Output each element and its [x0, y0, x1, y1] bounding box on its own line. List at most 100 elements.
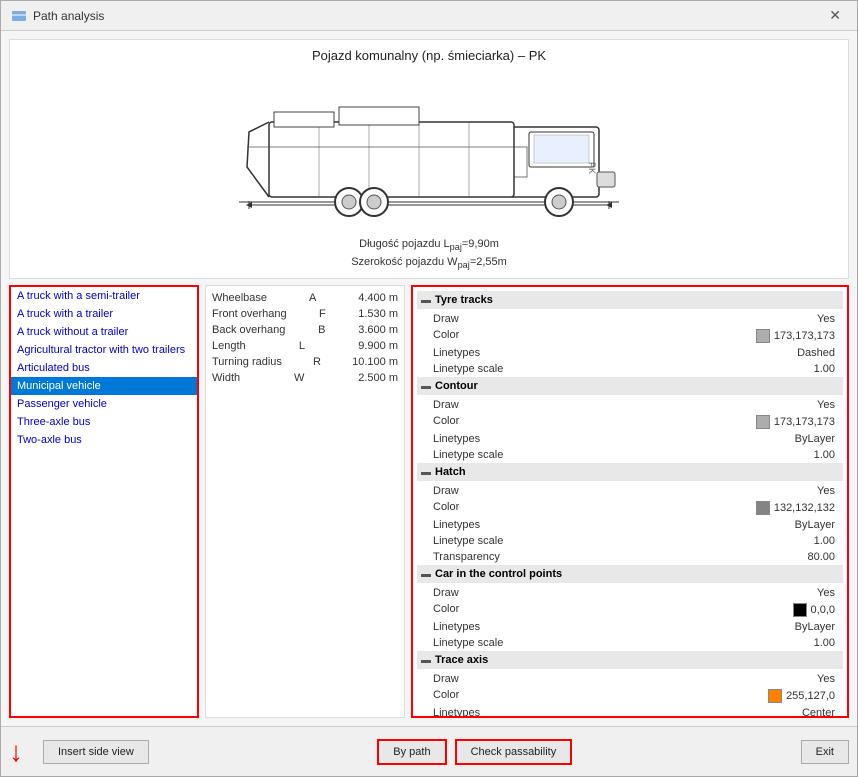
- prop-section-header[interactable]: ▬ Trace axis: [417, 651, 843, 669]
- color-swatch[interactable]: [793, 603, 807, 617]
- spec-letter: R: [307, 356, 327, 368]
- prop-row: Draw Yes: [417, 483, 843, 499]
- prop-row: Linetype scale1.00: [417, 447, 843, 463]
- vehicle-list-item[interactable]: Articulated bus: [11, 359, 197, 377]
- prop-value: 173,173,173: [756, 329, 835, 343]
- prop-value: 80.00: [807, 551, 835, 563]
- prop-value: Yes: [817, 673, 835, 685]
- prop-row: Linetypes ByLayer: [417, 431, 843, 447]
- spec-value: 4.400 m: [358, 292, 398, 304]
- collapse-icon: ▬: [421, 295, 431, 306]
- spec-label: Wheelbase: [212, 292, 267, 304]
- prop-section-header[interactable]: ▬ Tyre tracks: [417, 291, 843, 309]
- footer-center: By path Check passability: [377, 739, 572, 765]
- app-icon: [11, 8, 27, 24]
- footer-right: Exit: [801, 740, 849, 764]
- prop-key: Linetypes: [433, 621, 480, 633]
- section-title: Hatch: [435, 466, 466, 478]
- color-swatch[interactable]: [756, 501, 770, 515]
- spec-label: Turning radius: [212, 356, 282, 368]
- prop-value: ByLayer: [795, 621, 835, 633]
- prop-key: Color: [433, 689, 459, 703]
- spec-value: 2.500 m: [358, 372, 398, 384]
- prop-row: Draw Yes: [417, 397, 843, 413]
- prop-value: 1.00: [814, 637, 835, 649]
- prop-row: Linetype scale1.00: [417, 635, 843, 651]
- insert-side-view-button[interactable]: Insert side view: [43, 740, 149, 764]
- prop-value: Yes: [817, 485, 835, 497]
- vehicle-list-item[interactable]: Municipal vehicle: [11, 377, 197, 395]
- prop-value: 132,132,132: [756, 501, 835, 515]
- vehicle-list-panel[interactable]: A truck with a semi-trailerA truck with …: [9, 285, 199, 718]
- main-window: Path analysis ✕ Pojazd komunalny (np. śm…: [0, 0, 858, 777]
- prop-value: ByLayer: [795, 519, 835, 531]
- check-passability-button[interactable]: Check passability: [455, 739, 573, 765]
- prop-key: Draw: [433, 485, 459, 497]
- specs-panel: Wheelbase A 4.400 m Front overhang F 1.53…: [205, 285, 405, 718]
- section-title: Car in the control points: [435, 568, 562, 580]
- arrow-container: ↓: [9, 738, 23, 766]
- prop-value: 1.00: [814, 535, 835, 547]
- color-swatch[interactable]: [756, 415, 770, 429]
- prop-row: Color 255,127,0: [417, 687, 843, 705]
- vehicle-title: Pojazd komunalny (np. śmieciarka) – PK: [312, 48, 546, 63]
- vehicle-list-item[interactable]: A truck with a trailer: [11, 305, 197, 323]
- prop-row: Color 173,173,173: [417, 413, 843, 431]
- color-swatch[interactable]: [768, 689, 782, 703]
- spec-row: Length L 9.900 m: [212, 340, 398, 352]
- exit-button[interactable]: Exit: [801, 740, 849, 764]
- prop-key: Color: [433, 329, 459, 343]
- spec-row: Turning radius R 10.100 m: [212, 356, 398, 368]
- prop-value: Dashed: [797, 347, 835, 359]
- vehicle-length-dim: Długość pojazdu Lpaj=9,90m: [359, 238, 499, 252]
- prop-row: DrawYes: [417, 671, 843, 687]
- section-title: Trace axis: [435, 654, 488, 666]
- prop-key: Linetype scale: [433, 363, 503, 375]
- prop-value: Center: [802, 707, 835, 718]
- vehicle-list-item[interactable]: A truck with a semi-trailer: [11, 287, 197, 305]
- vehicle-list-item[interactable]: Passenger vehicle: [11, 395, 197, 413]
- by-path-button[interactable]: By path: [377, 739, 446, 765]
- prop-row: Linetype scale1.00: [417, 361, 843, 377]
- prop-key: Draw: [433, 399, 459, 411]
- color-swatch[interactable]: [756, 329, 770, 343]
- spec-letter: W: [289, 372, 309, 384]
- spec-value: 9.900 m: [358, 340, 398, 352]
- svg-text:PK: PK: [587, 162, 597, 174]
- prop-section-header[interactable]: ▬ Hatch: [417, 463, 843, 481]
- vehicle-diagram: PK: [219, 87, 639, 217]
- spec-letter: F: [312, 308, 332, 320]
- prop-value: 1.00: [814, 449, 835, 461]
- prop-value: Yes: [817, 399, 835, 411]
- prop-row: DrawYes: [417, 311, 843, 327]
- prop-key: Transparency: [433, 551, 500, 563]
- collapse-icon: ▬: [421, 467, 431, 478]
- prop-row: Linetype scale 1.00: [417, 533, 843, 549]
- prop-row: Transparency 80.00: [417, 549, 843, 565]
- spec-letter: L: [292, 340, 312, 352]
- prop-key: Color: [433, 415, 459, 429]
- spec-letter: B: [312, 324, 332, 336]
- vehicle-preview: Pojazd komunalny (np. śmieciarka) – PK: [9, 39, 849, 279]
- vehicle-list-item[interactable]: Two-axle bus: [11, 431, 197, 449]
- prop-key: Linetypes: [433, 433, 480, 445]
- collapse-icon: ▬: [421, 381, 431, 392]
- main-content: Pojazd komunalny (np. śmieciarka) – PK: [1, 31, 857, 726]
- spec-row: Front overhang F 1.530 m: [212, 308, 398, 320]
- vehicle-list-item[interactable]: A truck without a trailer: [11, 323, 197, 341]
- vehicle-list-item[interactable]: Three-axle bus: [11, 413, 197, 431]
- prop-key: Linetype scale: [433, 535, 503, 547]
- prop-row: Linetypes Dashed: [417, 345, 843, 361]
- prop-key: Draw: [433, 587, 459, 599]
- prop-section-header[interactable]: ▬ Contour: [417, 377, 843, 395]
- window-title: Path analysis: [33, 9, 104, 23]
- close-button[interactable]: ✕: [823, 5, 847, 26]
- prop-row: Color 0,0,0: [417, 601, 843, 619]
- prop-section-header[interactable]: ▬ Car in the control points: [417, 565, 843, 583]
- bottom-section: A truck with a semi-trailerA truck with …: [9, 285, 849, 718]
- spec-letter: A: [303, 292, 323, 304]
- prop-key: Linetypes: [433, 347, 480, 359]
- vehicle-list-item[interactable]: Agricultural tractor with two trailers: [11, 341, 197, 359]
- prop-value: ByLayer: [795, 433, 835, 445]
- prop-value: 255,127,0: [768, 689, 835, 703]
